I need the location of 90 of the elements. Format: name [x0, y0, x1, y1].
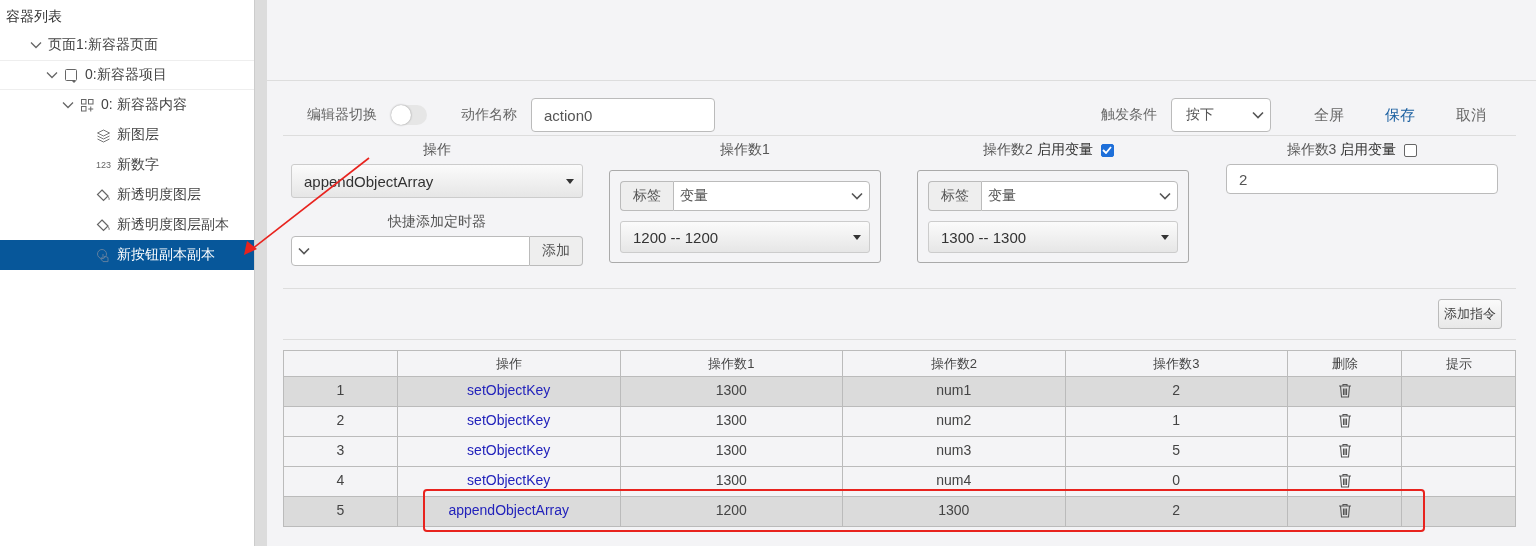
checkbox-label: 启用变量: [1036, 141, 1093, 159]
column-header: 操作数1: [620, 350, 843, 377]
table-cell: 1300: [620, 406, 843, 437]
field-label: 触发条件: [1101, 106, 1157, 124]
action-link[interactable]: 取消: [1456, 105, 1486, 125]
trash-icon[interactable]: [1337, 412, 1352, 428]
chevron-down-icon: [851, 192, 863, 200]
value-dropdown[interactable]: 1300 -- 1300: [928, 221, 1178, 253]
addon-button[interactable]: 标签: [928, 181, 981, 211]
type-select[interactable]: 变量: [981, 181, 1178, 211]
trash-icon[interactable]: [1337, 442, 1352, 458]
table-cell: 1300: [620, 466, 843, 497]
column-header: 操作数2: [842, 350, 1065, 377]
checkbox[interactable]: [1404, 143, 1418, 157]
name-field[interactable]: action0: [531, 98, 715, 132]
tree-label: 新透明度图层副本: [117, 216, 229, 234]
column-label: 操作数1: [720, 141, 770, 159]
tree-label: 新图层: [117, 126, 159, 144]
checkbox-label: 启用变量: [1340, 141, 1397, 159]
table-cell: 2: [1065, 496, 1288, 527]
tree-item[interactable]: 新透明度图层副本: [0, 210, 254, 240]
table-cell: 2: [283, 406, 398, 437]
column-label: 操作数2: [983, 141, 1033, 159]
column-label: 操作: [422, 140, 452, 159]
table-cell: 1: [283, 376, 398, 407]
column-header: 操作: [397, 350, 620, 377]
table-cell: num1: [842, 376, 1065, 407]
table-cell: 5: [1065, 436, 1288, 467]
tree-label: 0:新容器项目: [85, 66, 167, 84]
table-cell: num4: [842, 466, 1065, 497]
field-label: 动作名称: [461, 106, 517, 124]
table-cell: 1300: [620, 376, 843, 407]
tree-label: 新透明度图层: [117, 186, 201, 204]
bucket-icon: [96, 187, 111, 203]
add-command-button[interactable]: 添加指令: [1438, 299, 1502, 329]
caret-icon: [1161, 234, 1169, 240]
table-cell: 0: [1065, 466, 1288, 497]
tree-label: 新按钮副本副本: [117, 246, 215, 264]
checkbox[interactable]: [1100, 143, 1114, 157]
table-cell: 1300: [842, 496, 1065, 527]
number-icon: 123: [96, 160, 111, 170]
tree-item[interactable]: 新按钮副本副本: [0, 240, 254, 270]
table-cell: 2: [1065, 376, 1288, 407]
table-cell: 4: [283, 466, 398, 497]
type-select[interactable]: 变量: [673, 181, 870, 211]
caret-icon: [853, 234, 861, 240]
toggle-switch[interactable]: [391, 105, 427, 125]
panel-title: 容器列表: [5, 7, 63, 26]
column-header: 操作数3: [1065, 350, 1288, 377]
bucket-icon: [96, 217, 111, 233]
tree-label: 0: 新容器内容: [101, 96, 187, 114]
action-link[interactable]: 保存: [1385, 105, 1415, 125]
layers-icon: [96, 127, 111, 143]
tree-item[interactable]: 新图层: [0, 120, 254, 150]
trash-icon[interactable]: [1337, 472, 1352, 488]
tree-item[interactable]: 页面1:新容器页面: [0, 30, 254, 60]
frame-icon: [64, 67, 79, 83]
tree-label: 页面1:新容器页面: [48, 36, 158, 54]
addon-button[interactable]: 标签: [620, 181, 673, 211]
check-icon: [1102, 146, 1113, 154]
tree-label: 新数字: [117, 156, 159, 174]
table-cell: num3: [842, 436, 1065, 467]
trigger-select[interactable]: 按下: [1171, 98, 1271, 132]
table-cell: 5: [283, 496, 398, 527]
toggle-label: 编辑器切换: [307, 106, 377, 124]
tree-item[interactable]: 新透明度图层: [0, 180, 254, 210]
operand-field[interactable]: 2: [1226, 164, 1498, 194]
table-cell: 1: [1065, 406, 1288, 437]
table-cell: 1300: [620, 436, 843, 467]
add-button[interactable]: 添加: [530, 236, 583, 266]
action-link[interactable]: 全屏: [1314, 105, 1344, 125]
chevron-down-icon: [298, 247, 310, 255]
chevron-down-icon: [1252, 111, 1264, 119]
grid-icon: [80, 97, 95, 113]
chevron-down-icon: [1159, 192, 1171, 200]
column-header: 删除: [1287, 350, 1402, 377]
caret-icon: [566, 178, 574, 184]
table-cell: num2: [842, 406, 1065, 437]
tree-item[interactable]: 123 新数字: [0, 150, 254, 180]
trash-icon[interactable]: [1337, 502, 1352, 518]
table-cell: 3: [283, 436, 398, 467]
tree-item[interactable]: 0: 新容器内容: [0, 90, 254, 120]
tree-item[interactable]: 0:新容器项目: [0, 60, 254, 90]
column-header: 提示: [1401, 350, 1516, 377]
table-cell: 1200: [620, 496, 843, 527]
field-label: 快捷添加定时器: [386, 212, 487, 231]
trash-icon[interactable]: [1337, 382, 1352, 398]
value-dropdown[interactable]: 1200 -- 1200: [620, 221, 870, 253]
hand-icon: [96, 247, 111, 263]
column-label: 操作数3: [1286, 141, 1337, 159]
